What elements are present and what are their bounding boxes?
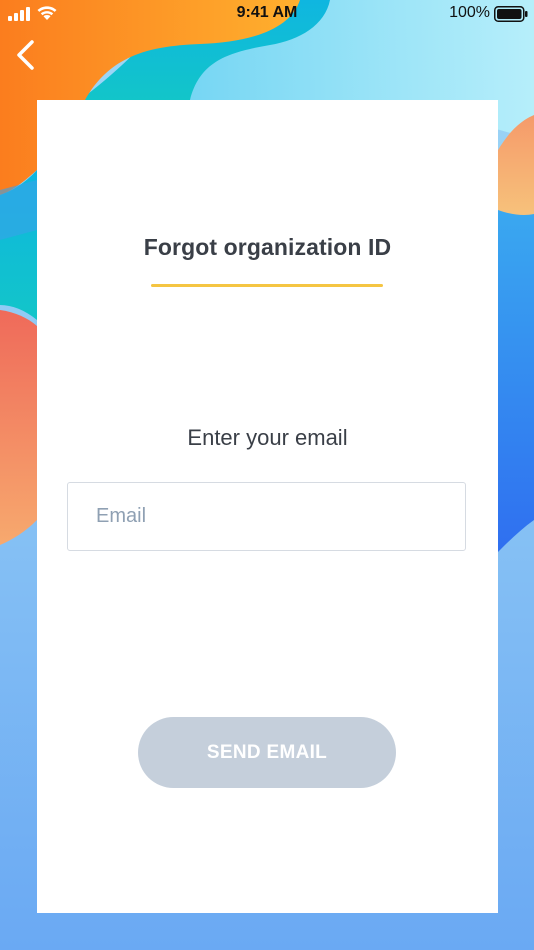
email-prompt-label: Enter your email — [187, 425, 348, 450]
battery-icon — [494, 6, 528, 22]
chevron-left-icon — [17, 40, 34, 70]
page-title: Forgot organization ID — [143, 234, 392, 260]
forgot-org-id-screen: 9:41 AM 100% Forgot organization ID Ente… — [0, 0, 534, 950]
send-email-button[interactable]: SEND EMAIL — [138, 717, 396, 788]
battery-percent: 100% — [449, 4, 490, 21]
status-bar: 9:41 AM 100% — [0, 0, 534, 28]
email-input[interactable] — [67, 482, 466, 551]
back-button[interactable] — [10, 36, 44, 74]
forgot-org-id-card: Forgot organization ID Enter your email … — [37, 100, 498, 913]
title-underline — [151, 284, 383, 287]
